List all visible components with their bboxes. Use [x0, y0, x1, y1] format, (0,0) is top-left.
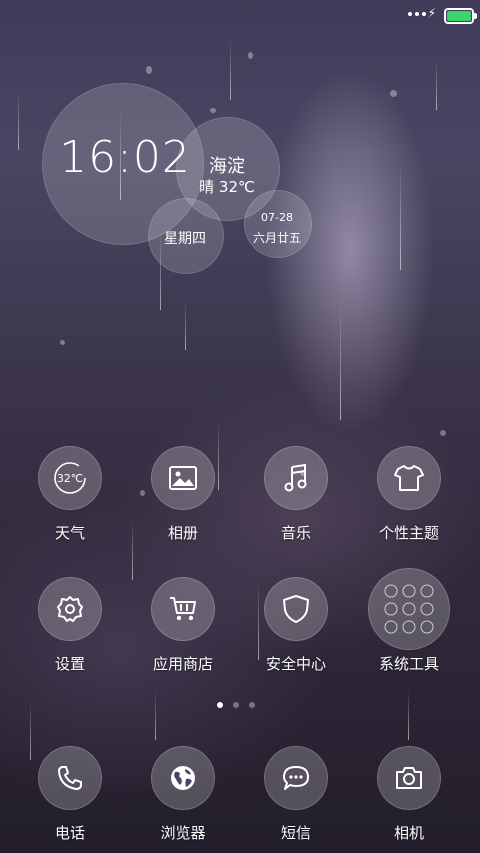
app-music[interactable]: 音乐	[241, 446, 351, 543]
dock-label-browser: 浏览器	[160, 824, 206, 842]
app-weather[interactable]: 32℃ 天气	[15, 446, 125, 543]
page-dot-3[interactable]	[249, 702, 255, 708]
app-themes[interactable]: 个性主题	[354, 446, 464, 543]
folder-grid-icon[interactable]	[368, 568, 450, 650]
weather-icon-temp: 32℃	[57, 472, 83, 485]
charging-icon: ⚡	[427, 6, 436, 20]
app-label-weather: 天气	[54, 524, 85, 542]
music-note-icon[interactable]	[264, 446, 328, 510]
shield-icon[interactable]	[264, 577, 328, 641]
app-settings[interactable]: 设置	[15, 577, 125, 674]
photo-icon[interactable]	[151, 446, 215, 510]
dock-camera[interactable]: 相机	[354, 746, 464, 843]
gear-icon[interactable]	[38, 577, 102, 641]
app-label-system-tools: 系统工具	[378, 655, 439, 673]
lunar-date-label: 六月廿五	[252, 231, 301, 245]
weather-temperature: 晴 32℃	[199, 178, 255, 196]
more-dots-icon	[408, 8, 426, 20]
tshirt-icon[interactable]	[377, 446, 441, 510]
page-dot-1[interactable]	[217, 702, 223, 708]
app-label-store: 应用商店	[152, 655, 213, 673]
dock-label-camera: 相机	[393, 824, 424, 842]
app-system-tools[interactable]: 系统工具	[354, 568, 464, 674]
dock-messages[interactable]: 短信	[241, 746, 351, 843]
date-label: 07-28	[261, 211, 293, 224]
dock-phone[interactable]: 电话	[15, 746, 125, 843]
dock-browser[interactable]: 浏览器	[128, 746, 238, 843]
globe-icon[interactable]	[151, 746, 215, 810]
page-indicator[interactable]	[217, 702, 255, 708]
app-label-music: 音乐	[280, 524, 311, 542]
weather-icon[interactable]: 32℃	[38, 446, 102, 510]
app-label-gallery: 相册	[167, 524, 198, 542]
app-label-settings: 设置	[54, 655, 85, 673]
app-label-themes: 个性主题	[378, 524, 439, 542]
phone-icon[interactable]	[38, 746, 102, 810]
app-security[interactable]: 安全中心	[241, 577, 351, 674]
app-gallery[interactable]: 相册	[128, 446, 238, 543]
shopping-cart-icon[interactable]	[151, 577, 215, 641]
weekday-label: 星期四	[164, 231, 206, 247]
chat-bubble-icon[interactable]	[264, 746, 328, 810]
weather-city: 海淀	[209, 156, 245, 177]
battery-icon	[444, 8, 477, 24]
dock-label-messages: 短信	[280, 824, 311, 842]
app-label-security: 安全中心	[265, 655, 326, 673]
camera-icon[interactable]	[377, 746, 441, 810]
app-store[interactable]: 应用商店	[128, 577, 238, 674]
dock-label-phone: 电话	[54, 824, 85, 842]
status-bar: ⚡	[0, 0, 480, 28]
date-bubble[interactable]	[244, 190, 312, 258]
page-dot-2[interactable]	[233, 702, 239, 708]
